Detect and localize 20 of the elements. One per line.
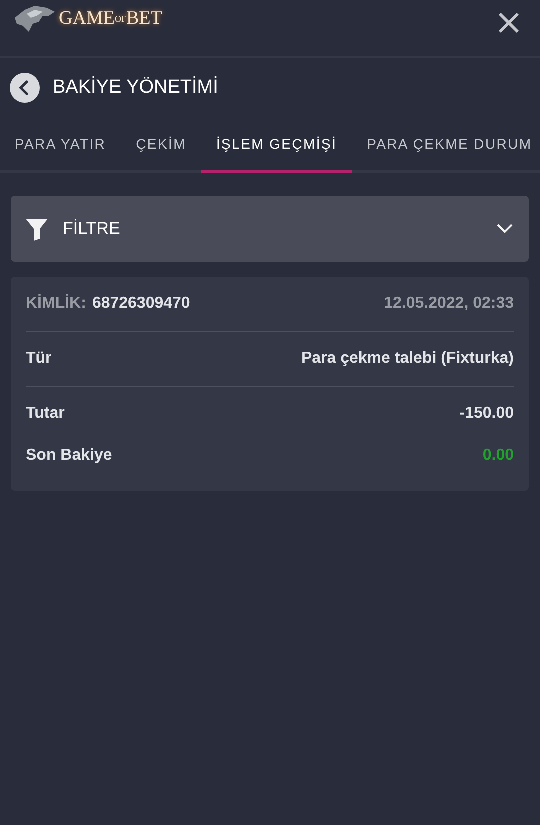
row-label: Tutar [26,405,66,423]
tab[interactable]: İŞLEM GEÇMİŞİ [201,122,352,173]
id-value: 68726309470 [92,295,192,313]
row-label: Tür [26,350,53,368]
row-value: 0.00 [482,447,514,465]
back-button[interactable] [10,73,40,103]
id-label: KİMLİK: [26,295,86,313]
row-label: Son Bakiye [26,447,114,465]
row-value: -150.00 [460,405,514,423]
filter-label: FİLTRE [63,219,122,239]
page-title: BAKİYE YÖNETİMİ [53,77,218,99]
tab[interactable]: PARA ÇEKME DURUM [352,122,540,173]
chevron-icon [496,223,514,235]
close-icon[interactable] [498,12,520,34]
filter-icon [25,217,49,241]
transaction-date: 12.05.2022, 02:33 [384,295,514,313]
row-value: Para çekme talebi (Fixturka) [301,350,514,368]
tab[interactable]: ÇEKİM [121,122,202,173]
filter-panel[interactable]: FİLTRE [11,196,529,262]
tab[interactable]: PARA YATIR [0,122,122,173]
